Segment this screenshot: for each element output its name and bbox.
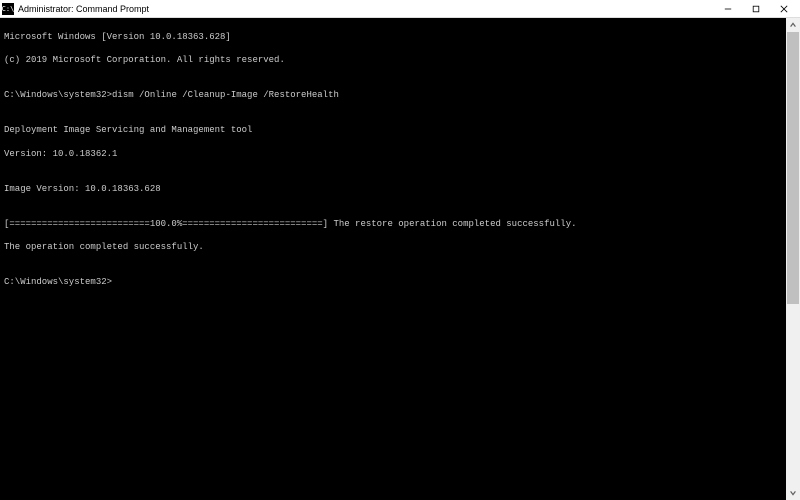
terminal-output: Microsoft Windows [Version 10.0.18363.62… [4, 32, 796, 44]
terminal-output: (c) 2019 Microsoft Corporation. All righ… [4, 55, 796, 67]
scroll-down-button[interactable] [786, 486, 800, 500]
titlebar: C:\ Administrator: Command Prompt [0, 0, 800, 18]
vertical-scrollbar[interactable] [786, 18, 800, 500]
close-button[interactable] [770, 0, 798, 18]
terminal-prompt-line: C:\Windows\system32> [4, 277, 796, 289]
terminal-progress: [==========================100.0%=======… [4, 219, 796, 231]
minimize-icon [724, 5, 732, 13]
scroll-up-button[interactable] [786, 18, 800, 32]
terminal-area[interactable]: Microsoft Windows [Version 10.0.18363.62… [0, 18, 800, 500]
minimize-button[interactable] [714, 0, 742, 18]
terminal-output: Version: 10.0.18362.1 [4, 149, 796, 161]
scrollbar-thumb[interactable] [787, 32, 799, 304]
window-title: Administrator: Command Prompt [18, 4, 714, 14]
terminal-prompt-line: C:\Windows\system32>dism /Online /Cleanu… [4, 90, 796, 102]
maximize-button[interactable] [742, 0, 770, 18]
maximize-icon [752, 5, 760, 13]
chevron-down-icon [789, 489, 797, 497]
terminal-output: Image Version: 10.0.18363.628 [4, 184, 796, 196]
close-icon [780, 5, 788, 13]
prompt-path: C:\Windows\system32> [4, 277, 112, 287]
prompt-command: dism /Online /Cleanup-Image /RestoreHeal… [112, 90, 339, 100]
terminal-output: Deployment Image Servicing and Managemen… [4, 125, 796, 137]
prompt-path: C:\Windows\system32> [4, 90, 112, 100]
cmd-icon: C:\ [2, 3, 14, 15]
window-controls [714, 0, 798, 18]
terminal-output: The operation completed successfully. [4, 242, 796, 254]
chevron-up-icon [789, 21, 797, 29]
scrollbar-track[interactable] [786, 32, 800, 486]
